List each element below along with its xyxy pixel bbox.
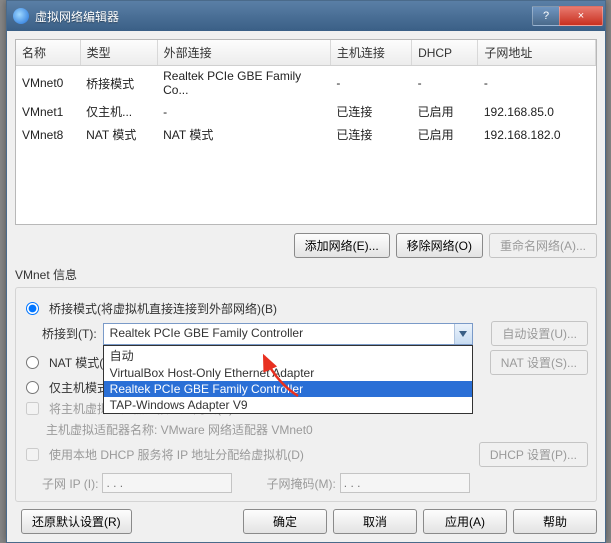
apply-button[interactable]: 应用(A)	[423, 509, 507, 534]
bridge-mode-radio[interactable]	[26, 302, 39, 315]
remove-network-button[interactable]: 移除网络(O)	[396, 233, 483, 258]
bridge-to-label: 桥接到(T):	[42, 325, 97, 342]
dropdown-arrow-icon[interactable]	[454, 324, 472, 344]
subnet-ip-label: 子网 IP (I):	[42, 475, 98, 492]
restore-defaults-button[interactable]: 还原默认设置(R)	[21, 509, 132, 534]
dhcp-checkbox	[26, 448, 39, 461]
close-button[interactable]: ×	[559, 6, 603, 26]
col-subnet[interactable]: 子网地址	[478, 40, 596, 66]
col-type[interactable]: 类型	[80, 40, 157, 66]
col-host[interactable]: 主机连接	[330, 40, 411, 66]
subnet-mask-field	[340, 473, 470, 493]
host-connect-checkbox	[26, 402, 39, 415]
app-icon	[13, 8, 29, 24]
col-dhcp[interactable]: DHCP	[412, 40, 478, 66]
bridge-mode-label: 桥接模式(将虚拟机直接连接到外部网络)(B)	[49, 300, 277, 317]
nat-settings-button: NAT 设置(S)...	[490, 350, 588, 375]
dhcp-settings-button: DHCP 设置(P)...	[479, 442, 588, 467]
table-row[interactable]: VMnet1仅主机...-已连接已启用192.168.85.0	[16, 100, 596, 123]
dhcp-label: 使用本地 DHCP 服务将 IP 地址分配给虚拟机(D)	[49, 446, 304, 463]
subnet-ip-field	[102, 473, 232, 493]
dropdown-option[interactable]: TAP-Windows Adapter V9	[104, 397, 472, 413]
dropdown-option[interactable]: Realtek PCIe GBE Family Controller	[104, 381, 472, 397]
add-network-button[interactable]: 添加网络(E)...	[294, 233, 390, 258]
nat-mode-radio[interactable]	[26, 356, 39, 369]
vmnet-info-group: 桥接模式(将虚拟机直接连接到外部网络)(B) 桥接到(T): Realtek P…	[15, 287, 597, 502]
col-name[interactable]: 名称	[16, 40, 80, 66]
network-table[interactable]: 名称类型外部连接主机连接DHCP子网地址 VMnet0桥接模式Realtek P…	[15, 39, 597, 225]
host-adapter-name: 主机虚拟适配器名称: VMware 网络适配器 VMnet0	[46, 421, 588, 438]
ok-button[interactable]: 确定	[243, 509, 327, 534]
bridge-adapter-combo[interactable]: Realtek PCIe GBE Family Controller 自动Vir…	[103, 323, 473, 345]
bridge-adapter-dropdown[interactable]: 自动VirtualBox Host-Only Ethernet AdapterR…	[103, 345, 473, 414]
dropdown-option[interactable]: VirtualBox Host-Only Ethernet Adapter	[104, 365, 472, 381]
vmnet-info-title: VMnet 信息	[15, 266, 597, 283]
table-row[interactable]: VMnet8NAT 模式NAT 模式已连接已启用192.168.182.0	[16, 123, 596, 146]
hostonly-mode-radio[interactable]	[26, 381, 39, 394]
window-title: 虚拟网络编辑器	[35, 8, 533, 25]
help-button[interactable]: 帮助	[513, 509, 597, 534]
bridge-adapter-selected: Realtek PCIe GBE Family Controller	[104, 324, 454, 344]
table-row[interactable]: VMnet0桥接模式Realtek PCIe GBE Family Co...-…	[16, 66, 596, 101]
subnet-mask-label: 子网掩码(M):	[266, 475, 335, 492]
hostonly-mode-label: 仅主机模式	[49, 379, 109, 396]
rename-network-button: 重命名网络(A)...	[489, 233, 597, 258]
cancel-button[interactable]: 取消	[333, 509, 417, 534]
auto-settings-button: 自动设置(U)...	[491, 321, 588, 346]
col-ext[interactable]: 外部连接	[157, 40, 330, 66]
help-title-button[interactable]: ?	[532, 6, 560, 26]
dropdown-option[interactable]: 自动	[104, 346, 472, 365]
